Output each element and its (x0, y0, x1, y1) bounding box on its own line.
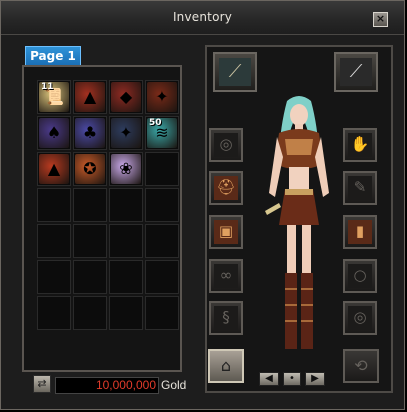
inventory-slot[interactable]: ◆ (109, 80, 143, 114)
right-equip-slot-2[interactable]: ✎ (343, 171, 377, 205)
necklace-icon: ○ (348, 264, 372, 288)
inventory-slot[interactable]: ▲ (73, 80, 107, 114)
inventory-panel: 📜 11 ▲ ◆ ✦ ♠ ♣ ✦ ≋ 50 ▲ ✪ ❀ (22, 65, 182, 372)
right-equip-slot-5[interactable]: ◎ (343, 301, 377, 335)
inventory-slot-empty[interactable] (145, 260, 179, 294)
item-icon: ▲ (83, 87, 97, 106)
inventory-slot-empty[interactable] (37, 224, 71, 258)
weapon-slot-left[interactable]: ⟋ (213, 52, 257, 92)
boots-icon: ▮ (348, 220, 372, 244)
spear-icon: ⟋ (219, 58, 251, 86)
item-quantity: 50 (149, 118, 162, 128)
right-equip-slot-3[interactable]: ▮ (343, 215, 377, 249)
inventory-slot-empty[interactable] (145, 224, 179, 258)
inventory-slot-empty[interactable] (37, 188, 71, 222)
blade-icon: ⟋ (340, 58, 372, 86)
left-equip-slot-5[interactable]: § (209, 301, 243, 335)
inventory-slot-empty[interactable] (73, 296, 107, 330)
left-equip-slot-1[interactable]: ◎ (209, 128, 243, 162)
left-equip-slot-4[interactable]: ∞ (209, 259, 243, 293)
item-icon: ♣ (82, 123, 98, 142)
home-button[interactable]: ⌂ (208, 349, 244, 383)
rotate-left-button[interactable]: ◀ (259, 372, 279, 386)
armor-icon: ▣ (214, 220, 238, 244)
fox-mask-item[interactable]: ✪ (75, 154, 105, 184)
purple-hood-item[interactable]: ♣ (75, 118, 105, 148)
red-outfit-item[interactable]: ▲ (39, 154, 69, 184)
gloves-icon: ✋ (348, 133, 372, 157)
inventory-slot[interactable]: ✦ (109, 116, 143, 150)
right-equip-slot-1[interactable]: ✋ (343, 128, 377, 162)
close-button[interactable]: × (373, 12, 388, 27)
character-model (265, 96, 329, 349)
inventory-slot[interactable]: ✪ (73, 152, 107, 186)
inventory-slot-empty[interactable] (109, 260, 143, 294)
title-bar[interactable]: Inventory × (1, 1, 404, 35)
inventory-slot[interactable]: 📜 11 (37, 80, 71, 114)
inventory-slot[interactable]: ✦ (145, 80, 179, 114)
tab-page-1[interactable]: Page 1 (25, 46, 81, 65)
inventory-slot-empty[interactable] (109, 296, 143, 330)
inventory-slot[interactable]: ♣ (73, 116, 107, 150)
inventory-slot-empty[interactable] (73, 188, 107, 222)
left-equip-slot-3[interactable]: ▣ (209, 215, 243, 249)
inventory-slot-empty[interactable] (37, 260, 71, 294)
ring-icon: ◎ (214, 133, 238, 157)
inventory-slot[interactable]: ♠ (37, 116, 71, 150)
helmet-icon: ⛑ (214, 176, 238, 200)
inventory-slot-empty[interactable] (73, 260, 107, 294)
red-armor-item[interactable]: ▲ (75, 82, 105, 112)
swap-currency-button[interactable]: ⇄ (33, 375, 51, 393)
inventory-slot-empty[interactable] (145, 152, 179, 186)
rotate-reset-button[interactable]: • (283, 372, 301, 386)
broom-item-2[interactable]: ✦ (111, 118, 141, 148)
item-icon: ✦ (155, 87, 169, 106)
weapon-slot-icon: ✎ (348, 176, 372, 200)
ring-2-icon: ◎ (348, 306, 372, 330)
gold-label: Gold (161, 378, 187, 392)
left-equip-slot-2[interactable]: ⛑ (209, 171, 243, 205)
item-icon: ❀ (119, 159, 133, 178)
inventory-slot[interactable]: ❀ (109, 152, 143, 186)
earring-icon: § (214, 306, 238, 330)
purple-costume-item[interactable]: ♠ (39, 118, 69, 148)
inventory-slot-empty[interactable] (145, 188, 179, 222)
item-icon: ◆ (119, 87, 133, 106)
weapon-slot-right[interactable]: ⟋ (334, 52, 378, 92)
item-icon: ✪ (83, 159, 97, 178)
item-icon: ✦ (119, 123, 133, 142)
window-title: Inventory (172, 10, 233, 24)
accessory-slot[interactable]: ⟲ (343, 349, 379, 383)
item-icon: ▲ (47, 159, 61, 178)
item-icon: ♠ (46, 123, 62, 142)
inventory-grid: 📜 11 ▲ ◆ ✦ ♠ ♣ ✦ ≋ 50 ▲ ✪ ❀ (37, 80, 179, 330)
inventory-slot[interactable]: ▲ (37, 152, 71, 186)
gold-amount: 10,000,000 (55, 377, 159, 394)
inventory-slot[interactable]: ≋ 50 (145, 116, 179, 150)
right-equip-slot-4[interactable]: ○ (343, 259, 377, 293)
rotate-right-button[interactable]: ▶ (305, 372, 325, 386)
inventory-slot-empty[interactable] (145, 296, 179, 330)
inventory-slot-empty[interactable] (109, 188, 143, 222)
red-hat-item[interactable]: ◆ (111, 82, 141, 112)
inventory-window: Inventory × Page 1 📜 11 ▲ ◆ ✦ ♠ ♣ ✦ ≋ 50 ▲ ✪ ❀ ⇄ 10,… (0, 0, 405, 410)
item-quantity: 11 (41, 82, 54, 92)
teal-scroll-item[interactable]: ≋ 50 (147, 118, 177, 148)
bracelet-icon: ∞ (214, 264, 238, 288)
scroll-item[interactable]: 📜 11 (39, 82, 69, 112)
inventory-slot-empty[interactable] (109, 224, 143, 258)
broom-item[interactable]: ✦ (147, 82, 177, 112)
fairy-doll-item[interactable]: ❀ (111, 154, 141, 184)
inventory-slot-empty[interactable] (37, 296, 71, 330)
inventory-slot-empty[interactable] (73, 224, 107, 258)
